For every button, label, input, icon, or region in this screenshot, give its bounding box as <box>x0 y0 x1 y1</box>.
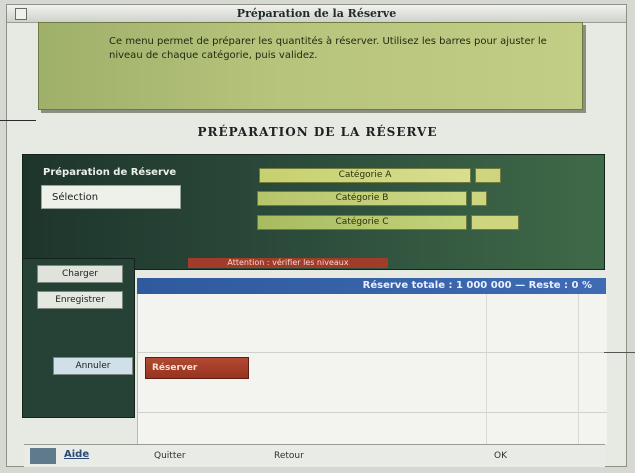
message-panel: Ce menu permet de préparer les quantités… <box>38 22 583 110</box>
level-bar-b-handle[interactable] <box>471 191 487 206</box>
save-button[interactable]: Enregistrer <box>37 291 123 309</box>
logo-icon <box>30 448 56 464</box>
page-title: PRÉPARATION DE LA RÉSERVE <box>197 125 438 139</box>
warning-strip: Attention : vérifier les niveaux <box>188 258 388 268</box>
footer-quit[interactable]: Quitter <box>154 451 186 461</box>
load-button[interactable]: Charger <box>37 265 123 283</box>
edge-line <box>604 352 635 353</box>
grid-column-divider <box>486 294 487 444</box>
status-bar: Réserve totale : 1 000 000 — Reste : 0 % <box>137 278 606 294</box>
level-bar-a[interactable]: Catégorie A <box>259 168 471 183</box>
close-icon[interactable] <box>15 8 27 20</box>
level-bar-b[interactable]: Catégorie B <box>257 191 467 206</box>
reserve-panel: Préparation de Réserve Sélection Catégor… <box>22 154 605 270</box>
left-button-column: Charger Enregistrer Annuler <box>22 258 135 418</box>
footer-bar: Aide Quitter Retour OK <box>24 444 605 467</box>
category-selector[interactable]: Sélection <box>41 185 181 209</box>
level-bar-c-handle[interactable] <box>471 215 519 230</box>
message-text: Ce menu permet de préparer les quantités… <box>109 36 547 61</box>
edge-line <box>0 120 36 121</box>
footer-ok[interactable]: OK <box>494 451 507 461</box>
panel-label: Préparation de Réserve <box>43 167 177 178</box>
cancel-button[interactable]: Annuler <box>53 357 133 375</box>
window-title: Préparation de la Réserve <box>236 7 397 20</box>
reserve-button[interactable]: Réserver <box>145 357 249 379</box>
grid-divider <box>138 352 607 353</box>
grid-column-divider <box>578 294 579 444</box>
level-bar-c[interactable]: Catégorie C <box>257 215 467 230</box>
level-bar-a-handle[interactable] <box>475 168 501 183</box>
help-link[interactable]: Aide <box>64 449 89 460</box>
footer-back[interactable]: Retour <box>274 451 304 461</box>
window-titlebar: Préparation de la Réserve <box>7 5 626 23</box>
grid-divider <box>138 412 607 413</box>
